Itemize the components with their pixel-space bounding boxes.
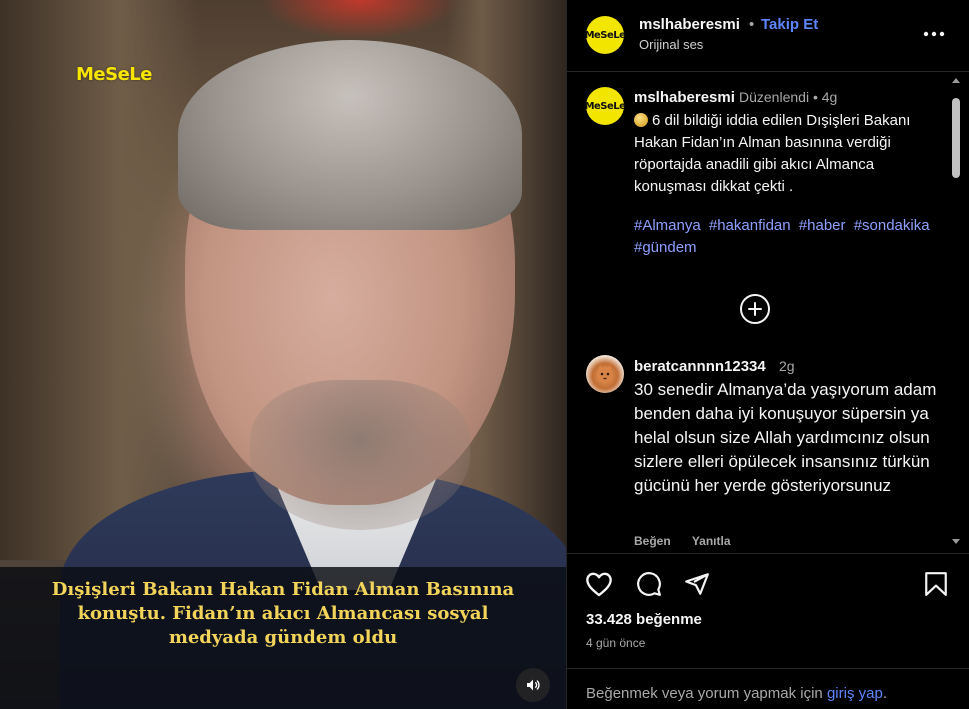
caption-meta: Düzenlendi • 4g <box>739 89 838 105</box>
video-subject-beard <box>250 380 470 530</box>
heart-icon <box>586 572 612 597</box>
hashtag-link[interactable]: #hakanfidan <box>709 217 791 234</box>
scroll-down-arrow-icon[interactable] <box>952 539 960 544</box>
plus-circle-icon <box>748 302 762 316</box>
video-logo: MeSeLe <box>76 64 152 85</box>
commenter-avatar[interactable] <box>586 355 624 393</box>
like-button[interactable] <box>584 569 614 599</box>
login-link[interactable]: giriş yap <box>827 685 883 702</box>
profile-avatar[interactable]: MeSeLe <box>584 16 626 54</box>
post-caption: 6 dil bildiği iddia edilen Dışişleri Bak… <box>634 110 934 198</box>
share-icon <box>685 573 709 595</box>
header-separator: • <box>749 16 755 33</box>
comment-like-button[interactable]: Beğen <box>634 534 671 548</box>
comment-button[interactable] <box>634 569 664 599</box>
login-prompt: Beğenmek veya yorum yapmak için giriş ya… <box>567 668 969 709</box>
coin-emoji-icon <box>634 113 648 127</box>
comment-reply-button[interactable]: Yanıtla <box>692 534 731 548</box>
share-button[interactable] <box>682 569 712 599</box>
mute-button[interactable] <box>516 668 550 702</box>
audio-label[interactable]: Orijinal ses <box>639 37 703 52</box>
header-username[interactable]: mslhaberesmi <box>639 16 740 33</box>
comment-time: 2g <box>779 358 795 374</box>
caption-username[interactable]: mslhaberesmi <box>634 89 735 106</box>
video-subject-hair <box>178 40 522 230</box>
post-header: MeSeLe mslhaberesmi • Takip Et Orijinal … <box>567 0 969 72</box>
avatar-logo-text: MeSeLe <box>584 29 626 41</box>
more-options-button[interactable] <box>919 22 949 46</box>
more-icon <box>923 31 945 37</box>
video-background-light <box>260 0 460 40</box>
login-prompt-text: Beğenmek veya yorum yapmak için giriş ya… <box>586 685 887 702</box>
comment-actions: Beğen Yanıtla <box>634 534 749 548</box>
hashtag-link[interactable]: #haber <box>799 217 846 234</box>
hashtag-link[interactable]: #Almanya <box>634 217 701 234</box>
hashtags: #Almanya #hakanfidan #haber #sondakika #… <box>634 215 934 259</box>
post-panel: MeSeLe mslhaberesmi • Takip Et Orijinal … <box>566 0 969 709</box>
caption-avatar[interactable]: MeSeLe <box>584 87 626 125</box>
login-prompt-end: . <box>882 685 887 702</box>
post-caption-text: 6 dil bildiği iddia edilen Dışişleri Bak… <box>634 112 911 195</box>
commenter-username[interactable]: beratcannnn12334 <box>634 358 766 375</box>
avatar-logo-text: MeSeLe <box>584 100 626 112</box>
bookmark-icon <box>925 572 947 596</box>
scroll-up-arrow-icon[interactable] <box>952 78 960 83</box>
hashtag-link[interactable]: #sondakika <box>854 217 930 234</box>
speaker-icon <box>527 679 540 691</box>
reel-video[interactable]: MeSeLe Dışişleri Bakanı Hakan Fidan Alma… <box>0 0 566 709</box>
comments-scrollbar[interactable] <box>948 72 964 553</box>
save-button[interactable] <box>921 569 951 599</box>
load-more-comments-button[interactable] <box>740 294 770 324</box>
scrollbar-thumb[interactable] <box>952 98 960 178</box>
video-caption: Dışişleri Bakanı Hakan Fidan Alman Basın… <box>51 579 515 648</box>
follow-button[interactable]: Takip Et <box>761 16 818 33</box>
like-count[interactable]: 33.428 beğenme <box>586 611 702 628</box>
comment-text: 30 senedir Almanya’da yaşıyorum adam ben… <box>634 380 937 495</box>
post-date: 4 gün önce <box>586 636 646 650</box>
hashtag-link[interactable]: #gündem <box>634 239 697 256</box>
login-prompt-label: Beğenmek veya yorum yapmak için <box>586 685 823 702</box>
cat-avatar-icon <box>597 365 613 383</box>
post-actions <box>567 555 969 615</box>
comments-section[interactable]: MeSeLe mslhaberesmi Düzenlendi • 4g 6 di… <box>567 72 969 554</box>
comment-icon <box>637 572 661 596</box>
